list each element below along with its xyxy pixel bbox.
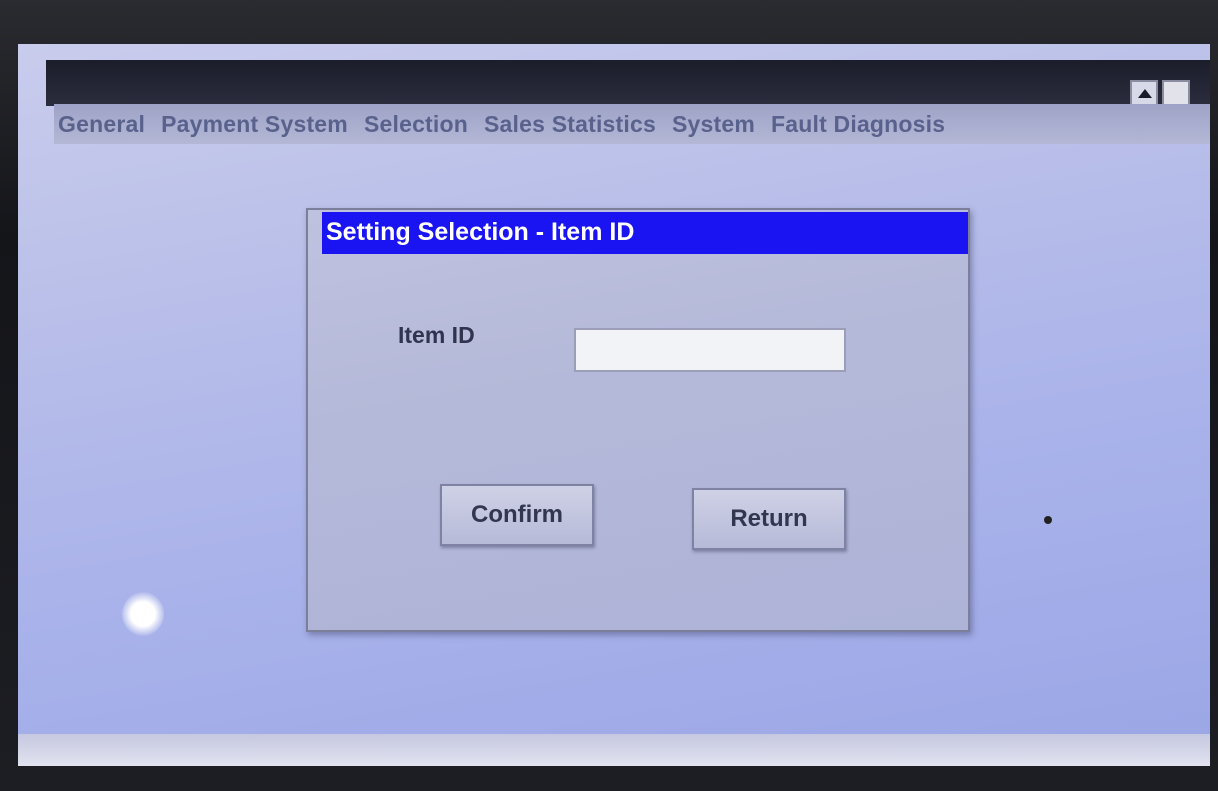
menu-item-general[interactable]: General bbox=[58, 111, 145, 138]
menu-item-system[interactable]: System bbox=[672, 111, 755, 138]
return-button[interactable]: Return bbox=[692, 488, 846, 550]
item-id-label: Item ID bbox=[398, 322, 475, 348]
menu-item-payment-system[interactable]: Payment System bbox=[161, 111, 348, 138]
screen-speck bbox=[1044, 516, 1052, 524]
menu-bar: General Payment System Selection Sales S… bbox=[54, 104, 1210, 144]
menu-item-fault-diagnosis[interactable]: Fault Diagnosis bbox=[771, 111, 945, 138]
dialog-title: Setting Selection - Item ID bbox=[322, 212, 968, 254]
bottom-status-strip bbox=[18, 734, 1210, 766]
touch-screen: General Payment System Selection Sales S… bbox=[18, 44, 1210, 766]
confirm-button[interactable]: Confirm bbox=[440, 484, 594, 546]
item-id-input[interactable] bbox=[574, 328, 846, 372]
window-title-bar bbox=[46, 60, 1210, 106]
item-id-dialog: Setting Selection - Item ID Item ID Conf… bbox=[306, 208, 970, 632]
menu-item-sales-statistics[interactable]: Sales Statistics bbox=[484, 111, 656, 138]
menu-item-selection[interactable]: Selection bbox=[364, 111, 468, 138]
light-glare bbox=[122, 592, 164, 636]
